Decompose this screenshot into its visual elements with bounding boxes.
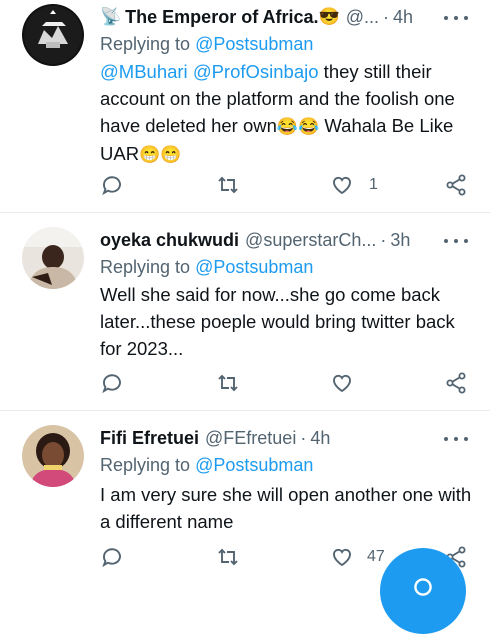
heart-icon[interactable] <box>330 371 354 395</box>
heart-icon[interactable] <box>330 173 354 197</box>
avatar[interactable] <box>22 227 84 289</box>
mention-link[interactable]: @MBuhari <box>100 61 188 82</box>
tweet-header: 📡 The Emperor of Africa. 😎 @... · 4h <box>100 4 470 30</box>
compose-button[interactable] <box>380 548 466 634</box>
tweet-text: Well she said for now...she go come back… <box>100 284 455 359</box>
antenna-emoji: 📡 <box>100 7 122 26</box>
more-icon[interactable] <box>444 429 468 449</box>
timestamp[interactable]: 3h <box>390 230 410 251</box>
like-count: 47 <box>367 548 385 565</box>
timestamp[interactable]: 4h <box>393 7 413 28</box>
replying-to: Replying to @Postsubman <box>100 455 313 476</box>
heart-icon[interactable] <box>330 545 354 569</box>
author-name[interactable]: oyeka chukwudi <box>100 230 239 251</box>
avatar[interactable] <box>22 425 84 487</box>
reply-icon[interactable] <box>100 545 124 569</box>
tweet-header: Fifi Efretuei @FEfretuei · 4h <box>100 425 470 451</box>
replying-label: Replying to <box>100 34 191 54</box>
author-handle[interactable]: @FEfretuei <box>205 428 296 449</box>
reply-icon[interactable] <box>100 173 124 197</box>
replying-label: Replying to <box>100 455 191 475</box>
avatar[interactable] <box>22 4 84 66</box>
tweet-text: I am very sure she will open another one… <box>100 484 472 532</box>
author-handle[interactable]: @superstarCh... <box>245 230 376 251</box>
retweet-icon[interactable] <box>216 173 240 197</box>
tweet-text: @MBuhari @ProfOsinbajo they still their … <box>100 58 472 168</box>
divider <box>0 410 490 411</box>
share-icon[interactable] <box>444 173 468 197</box>
timestamp[interactable]: 4h <box>310 428 330 449</box>
tweet-actions: 1 <box>0 173 490 199</box>
replying-to-link[interactable]: @Postsubman <box>195 34 313 54</box>
retweet-icon[interactable] <box>216 545 240 569</box>
author-name[interactable]: Fifi Efretuei <box>100 428 199 449</box>
author-handle[interactable]: @... <box>346 7 379 28</box>
replying-to-link[interactable]: @Postsubman <box>195 257 313 277</box>
dot-separator: · <box>300 427 307 448</box>
like-count: 1 <box>369 176 378 193</box>
more-icon[interactable] <box>444 231 468 251</box>
laughing-emoji: 😂😂 <box>276 117 320 136</box>
author-name[interactable]: The Emperor of Africa. <box>125 7 318 28</box>
retweet-icon[interactable] <box>216 371 240 395</box>
grin-emoji: 😁😁 <box>139 145 182 164</box>
mention-link[interactable]: @ProfOsinbajo <box>193 61 319 82</box>
share-icon[interactable] <box>444 371 468 395</box>
divider <box>0 212 490 213</box>
replying-to-link[interactable]: @Postsubman <box>195 455 313 475</box>
compose-icon <box>414 578 432 596</box>
sunglasses-emoji: 😎 <box>318 7 340 26</box>
replying-to: Replying to @Postsubman <box>100 34 313 55</box>
replying-label: Replying to <box>100 257 191 277</box>
tweet-header: oyeka chukwudi @superstarCh... · 3h <box>100 227 470 253</box>
dot-separator: · <box>380 229 387 250</box>
reply-icon[interactable] <box>100 371 124 395</box>
dot-separator: · <box>383 6 389 27</box>
tweet-actions <box>0 371 490 397</box>
more-icon[interactable] <box>444 8 468 28</box>
replying-to: Replying to @Postsubman <box>100 257 313 278</box>
